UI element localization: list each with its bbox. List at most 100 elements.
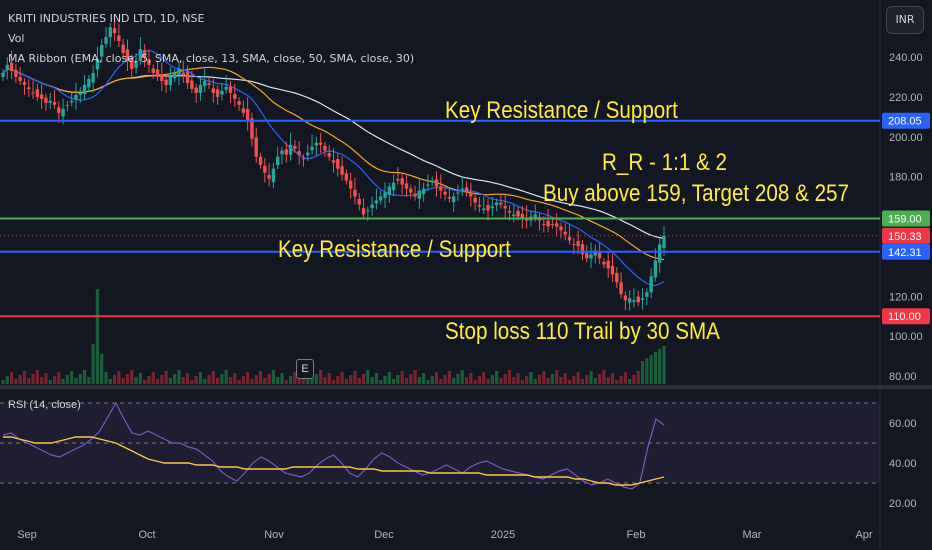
volume-bar xyxy=(155,379,160,384)
volume-bar xyxy=(361,374,366,384)
volume-bar xyxy=(323,377,327,384)
volume-bar xyxy=(44,373,48,384)
ma-ribbon-indicator-label[interactable]: MA Ribbon (EMA, close, 5, SMA, close, 13… xyxy=(8,52,414,65)
volume-bar xyxy=(177,370,181,384)
volume-bar xyxy=(5,376,9,384)
candle-body xyxy=(271,168,276,183)
candle-body xyxy=(254,137,258,157)
volume-bar xyxy=(27,378,31,384)
level-price-label: 159.00 xyxy=(888,213,922,225)
volume-bar xyxy=(370,377,374,384)
volume-bar xyxy=(233,373,237,384)
candle-body xyxy=(572,244,576,246)
volume-bar xyxy=(147,376,151,384)
earnings-marker[interactable]: E xyxy=(296,359,314,379)
volume-bar xyxy=(246,372,250,384)
volume-bar xyxy=(610,373,615,384)
candle-body xyxy=(215,89,220,97)
volume-bar xyxy=(288,376,293,384)
time-tick-label: Nov xyxy=(264,529,284,541)
volume-bar xyxy=(409,374,413,384)
candle-body xyxy=(473,197,477,203)
volume-bar xyxy=(134,377,138,384)
price-tick-label: 220.00 xyxy=(889,92,923,104)
volume-bar xyxy=(297,379,301,384)
volume-bar xyxy=(443,375,447,384)
candle-body xyxy=(597,252,602,259)
candle-body xyxy=(353,189,357,197)
volume-bar xyxy=(241,376,245,384)
annotation-stop-loss: Stop loss 110 Trail by 30 SMA xyxy=(445,318,720,345)
volume-bar xyxy=(125,374,130,384)
candle-body xyxy=(203,80,207,87)
candle-body xyxy=(301,158,306,160)
candle-body xyxy=(297,151,301,155)
candle-body xyxy=(211,88,216,93)
candle-body xyxy=(653,260,658,278)
volume-bar xyxy=(138,373,142,384)
rsi-title: RSI (14, close) xyxy=(8,399,81,411)
candle-body xyxy=(615,273,619,283)
candle-body xyxy=(404,183,409,189)
volume-bar xyxy=(486,379,490,384)
volume-bar xyxy=(589,371,593,384)
candle-body xyxy=(576,240,580,247)
candle-body xyxy=(5,64,9,70)
candle-body xyxy=(567,236,572,241)
level-price-label: 110.00 xyxy=(888,311,921,323)
volume-bar xyxy=(190,380,194,384)
volume-bar xyxy=(542,371,546,384)
volume-bar xyxy=(237,380,241,384)
annotation-buy-plan: Buy above 159, Target 208 & 257 xyxy=(543,180,850,207)
volume-bar xyxy=(537,375,542,384)
volume-bar xyxy=(576,372,580,384)
volume-bar xyxy=(18,375,22,384)
volume-bar xyxy=(151,372,155,384)
time-tick-label: Oct xyxy=(138,529,155,541)
volume-bar xyxy=(112,375,117,384)
candle-body xyxy=(220,90,224,95)
candle-body xyxy=(426,184,430,186)
candle-body xyxy=(409,188,413,193)
price-tick-label: 100.00 xyxy=(889,331,923,343)
volume-bar xyxy=(615,380,619,384)
chart-canvas[interactable]: 240.00 220.00 200.00 180.00 120.00 100.00 80.0… xyxy=(0,0,932,550)
volume-bar xyxy=(512,377,516,384)
candle-body xyxy=(387,186,391,195)
volume-bar xyxy=(563,373,567,384)
volume-bar xyxy=(130,370,134,384)
candle-body xyxy=(74,94,78,100)
annotation-resistance-top: Key Resistance / Support xyxy=(445,97,678,124)
volume-bar xyxy=(482,372,486,384)
candle-body xyxy=(370,204,374,209)
candle-body xyxy=(490,206,495,209)
volume-bar xyxy=(628,379,632,384)
currency-button[interactable]: INR xyxy=(886,6,924,34)
volume-bar xyxy=(336,376,340,384)
candle-body xyxy=(52,102,57,105)
volume-bar xyxy=(636,371,640,384)
candle-body xyxy=(430,180,434,183)
volume-bar xyxy=(78,374,82,384)
candle-body xyxy=(224,86,228,90)
volume-bar xyxy=(87,377,91,384)
volume-bar xyxy=(168,378,172,384)
rsi-tick-label: 20.00 xyxy=(889,498,917,510)
candle-body xyxy=(39,94,44,99)
time-tick-label: Apr xyxy=(855,529,872,541)
price-tick-label: 180.00 xyxy=(889,172,923,184)
volume-bar xyxy=(319,370,323,384)
volume-bar xyxy=(426,380,430,384)
volume-indicator-label[interactable]: Vol xyxy=(8,32,24,45)
volume-bar xyxy=(417,377,421,384)
rsi-tick-label: 40.00 xyxy=(889,458,917,470)
volume-bar xyxy=(207,375,211,384)
volume-bar xyxy=(198,372,203,384)
volume-bar xyxy=(353,371,357,384)
symbol-title: KRITI INDUSTRIES IND LTD, 1D, NSE xyxy=(8,12,205,25)
volume-bar xyxy=(649,355,653,384)
candle-body xyxy=(559,226,563,231)
price-tick-label: 240.00 xyxy=(889,52,923,64)
candle-body xyxy=(469,192,473,197)
volume-bar xyxy=(160,375,164,384)
